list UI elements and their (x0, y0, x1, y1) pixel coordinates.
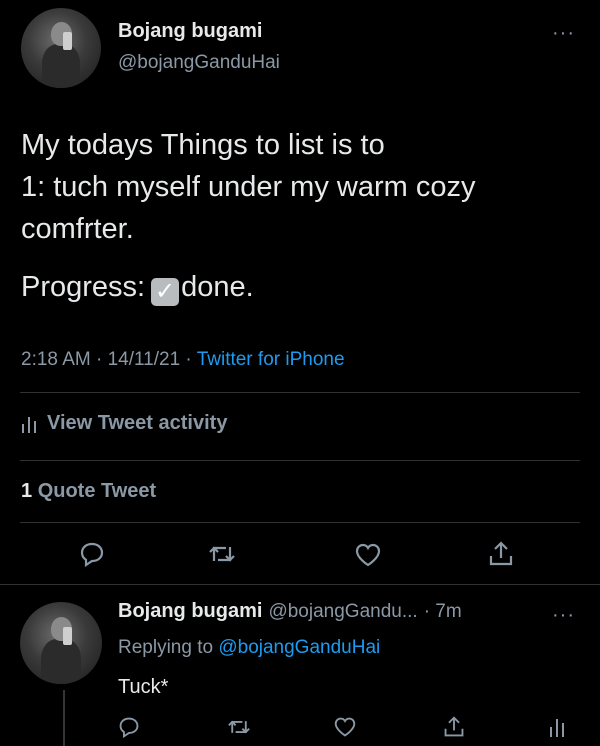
reply-author-avatar[interactable] (20, 602, 102, 684)
timestamp-text[interactable]: 2:18 AM · 14/11/21 · (21, 349, 192, 370)
replying-to-handle-link[interactable]: @bojangGanduHai (218, 637, 380, 658)
reply-header: Bojang bugami @bojangGandu... · 7m (118, 600, 462, 623)
divider (20, 522, 580, 523)
reply-text: Tuck* (118, 676, 169, 698)
author-avatar[interactable] (21, 8, 101, 88)
author-handle[interactable]: @bojangGanduHai (118, 52, 280, 74)
divider (20, 460, 580, 461)
tweet-text-line: comfrter. (21, 213, 134, 245)
thread-line (63, 690, 65, 746)
retweet-icon[interactable] (208, 541, 236, 567)
share-icon[interactable] (488, 540, 514, 568)
quote-tweet-stat[interactable]: 1 Quote Tweet (21, 480, 156, 503)
analytics-icon (21, 415, 37, 433)
replying-to-prefix: Replying to (118, 637, 214, 658)
replying-to: Replying to @bojangGanduHai (118, 637, 380, 659)
reply-more-options-icon[interactable]: ··· (552, 604, 575, 627)
share-icon[interactable] (443, 715, 465, 739)
progress-line: Progress: ✓ done. (21, 266, 254, 308)
divider (0, 584, 600, 585)
progress-label: Progress: (21, 271, 146, 303)
reply-icon[interactable] (118, 716, 140, 738)
quote-count: 1 (21, 480, 33, 502)
tweet-text-line: My todays Things to list is to (21, 129, 385, 161)
view-activity-button[interactable]: View Tweet activity (21, 412, 227, 435)
tweet-timestamp: 2:18 AM · 14/11/21 · Twitter for iPhone (21, 349, 345, 371)
retweet-icon[interactable] (227, 716, 251, 738)
more-options-icon[interactable]: ··· (552, 22, 575, 45)
divider (20, 392, 580, 393)
check-emoji-icon: ✓ (151, 278, 180, 306)
tweet-text: My todays Things to list is to 1: tuch m… (21, 124, 581, 250)
view-activity-label: View Tweet activity (47, 412, 228, 434)
reply-age[interactable]: · 7m (424, 601, 462, 623)
quote-label: Quote Tweet (37, 480, 157, 502)
heart-icon[interactable] (333, 716, 357, 738)
reply-author-handle[interactable]: @bojangGandu... (268, 601, 417, 623)
analytics-icon[interactable] (549, 717, 565, 737)
tweet-source-link[interactable]: Twitter for iPhone (197, 349, 345, 370)
progress-status: done. (181, 271, 254, 303)
reply-icon[interactable] (79, 541, 105, 567)
reply-author-name[interactable]: Bojang bugami (118, 600, 262, 623)
heart-icon[interactable] (354, 542, 382, 568)
tweet-text-line: 1: tuch myself under my warm cozy (21, 171, 476, 203)
author-name[interactable]: Bojang bugami (118, 20, 262, 43)
